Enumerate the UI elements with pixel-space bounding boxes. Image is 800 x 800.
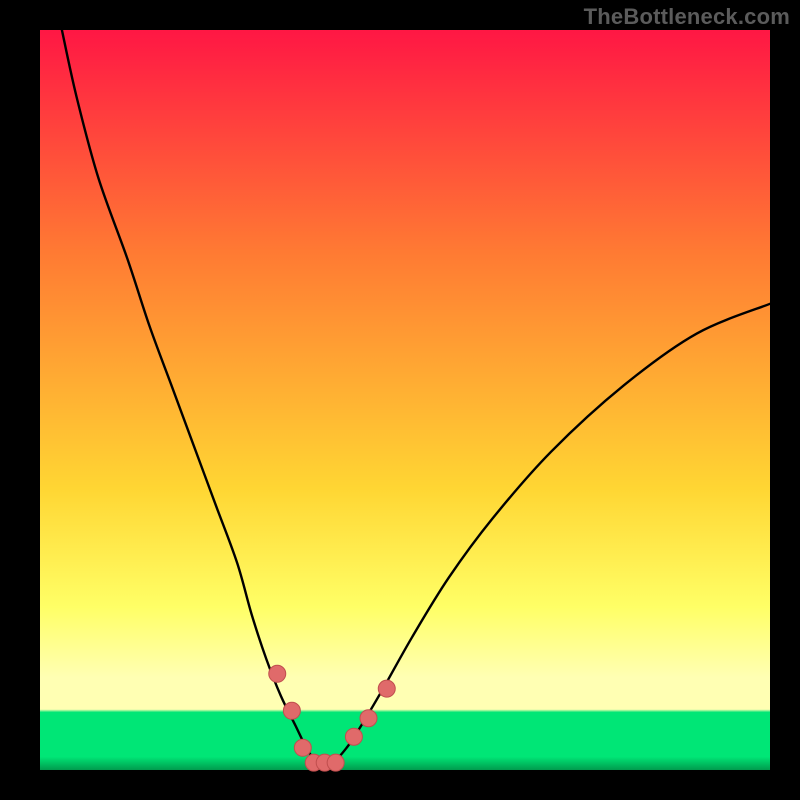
highlight-marker: [269, 665, 286, 682]
plot-background: [40, 30, 770, 770]
highlight-marker: [283, 702, 300, 719]
bottleneck-chart: [0, 0, 800, 800]
highlight-marker: [327, 754, 344, 771]
highlight-marker: [345, 728, 362, 745]
chart-frame: { "watermark": "TheBottleneck.com", "col…: [0, 0, 800, 800]
highlight-marker: [378, 680, 395, 697]
highlight-marker: [294, 739, 311, 756]
highlight-marker: [360, 710, 377, 727]
